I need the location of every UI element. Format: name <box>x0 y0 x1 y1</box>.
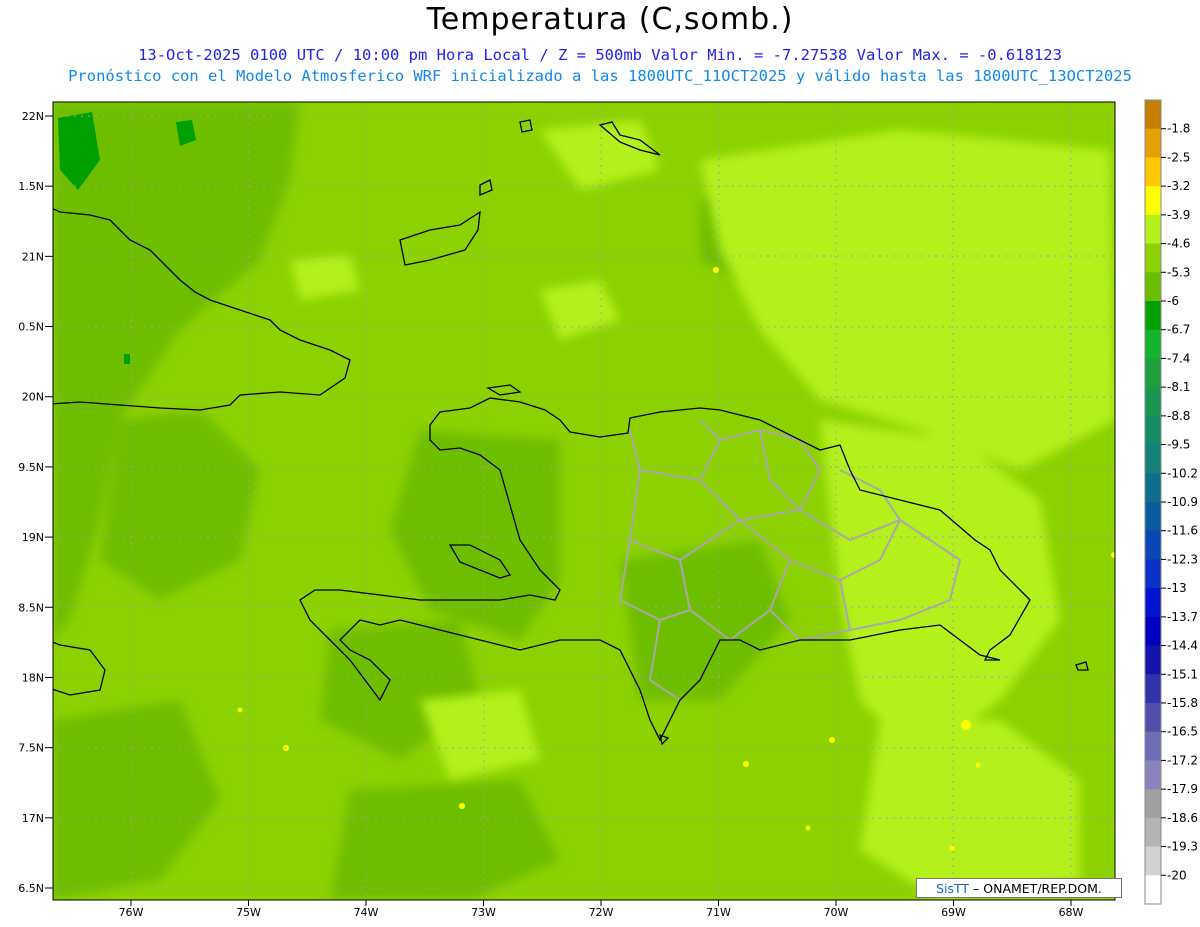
latitude-label: 1.5N <box>18 180 44 193</box>
colorbar-swatch <box>1145 588 1161 618</box>
colorbar-label: -8.8 <box>1167 409 1190 423</box>
colorbar-label: -9.5 <box>1167 438 1190 452</box>
longitude-label: 72W <box>589 906 614 919</box>
colorbar-swatch <box>1145 444 1161 474</box>
credit-brand: SisTT <box>936 881 970 896</box>
colorbar-swatch <box>1145 817 1161 848</box>
colorbar-swatch <box>1145 502 1161 532</box>
colorbar-label: -13 <box>1167 581 1187 595</box>
colorbar-label: -14.4 <box>1167 639 1198 653</box>
credit-text: – ONAMET/REP.DOM. <box>969 881 1102 896</box>
map-figure: 22N 1.5N 21N 0.5N 20N 9.5N 19N 8.5N 18N 7.5N 17N 6.… <box>18 99 1198 919</box>
colorbar-swatch <box>1145 846 1161 876</box>
colorbar-label: -20 <box>1167 868 1187 882</box>
latitude-label: 20N <box>22 391 44 404</box>
colorbar-swatch <box>1145 243 1161 273</box>
colorbar-swatch <box>1145 674 1161 704</box>
latitude-label: 6.5N <box>18 882 44 895</box>
colorbar-label: -6.7 <box>1167 323 1190 337</box>
colorbar-swatch <box>1145 875 1161 905</box>
colorbar-swatch <box>1145 760 1161 790</box>
colorbar-swatch <box>1145 157 1161 187</box>
colorbar-label: -2.5 <box>1167 150 1190 164</box>
longitude-label: 71W <box>706 906 731 919</box>
colorbar-swatch <box>1145 272 1161 302</box>
colorbar: -1.8 -2.5 -3.2 -3.9 -4.6 -5.3 -6 -6.7 -7.4 -8.1 -8… <box>1144 99 1198 905</box>
colorbar-swatch <box>1145 214 1161 245</box>
latitude-label: 22N <box>22 110 44 123</box>
longitude-label: 76W <box>119 906 144 919</box>
colorbar-label: -18.6 <box>1167 811 1198 825</box>
colorbar-label: -5.3 <box>1167 265 1190 279</box>
latitude-label: 8.5N <box>18 601 44 614</box>
colorbar-label: -10.9 <box>1167 495 1198 509</box>
colorbar-swatch <box>1145 358 1161 388</box>
colorbar-swatch <box>1145 387 1161 417</box>
colorbar-swatch <box>1145 100 1161 130</box>
colorbar-label: -17.9 <box>1167 782 1198 796</box>
colorbar-label: -7.4 <box>1167 351 1190 365</box>
longitude-label: 69W <box>941 906 966 919</box>
latitude-label: 17N <box>22 812 44 825</box>
colorbar-swatch <box>1145 128 1161 158</box>
latitude-axis: 22N 1.5N 21N 0.5N 20N 9.5N 19N 8.5N 18N 7.5N 17N 6.… <box>18 110 53 895</box>
colorbar-label: -12.3 <box>1167 552 1198 566</box>
colorbar-swatch <box>1145 329 1161 359</box>
colorbar-label: -15.1 <box>1167 667 1198 681</box>
colorbar-swatch <box>1145 645 1161 675</box>
colorbar-swatch <box>1145 789 1161 819</box>
latitude-label: 18N <box>22 671 44 684</box>
colorbar-swatch <box>1145 703 1161 733</box>
latitude-label: 21N <box>22 250 44 263</box>
colorbar-label: -3.9 <box>1167 208 1190 222</box>
colorbar-label: -4.6 <box>1167 237 1190 251</box>
latitude-label: 19N <box>22 531 44 544</box>
colorbar-swatch <box>1145 415 1161 446</box>
latitude-label: 9.5N <box>18 461 44 474</box>
colorbar-label: -16.5 <box>1167 725 1198 739</box>
colorbar-label: -1.8 <box>1167 122 1190 136</box>
colorbar-swatch <box>1145 530 1161 560</box>
latitude-label: 0.5N <box>18 321 44 334</box>
colorbar-swatch <box>1145 473 1161 503</box>
latitude-label: 7.5N <box>18 742 44 755</box>
colorbar-label: -3.2 <box>1167 179 1190 193</box>
colorbar-label: -10.2 <box>1167 466 1198 480</box>
longitude-label: 75W <box>236 906 261 919</box>
colorbar-label: -19.3 <box>1167 840 1198 854</box>
colorbar-label: -11.6 <box>1167 524 1198 538</box>
colorbar-label: -17.2 <box>1167 753 1198 767</box>
colorbar-label: -8.1 <box>1167 380 1190 394</box>
colorbar-swatch <box>1145 301 1161 331</box>
colorbar-swatch <box>1145 616 1161 647</box>
temperature-field <box>53 102 1115 900</box>
colorbar-label: -6 <box>1167 294 1179 308</box>
longitude-label: 73W <box>471 906 496 919</box>
colorbar-swatch <box>1145 559 1161 589</box>
longitude-label: 70W <box>824 906 849 919</box>
colorbar-swatch <box>1145 186 1161 216</box>
longitude-label: 74W <box>354 906 379 919</box>
longitude-label: 68W <box>1059 906 1084 919</box>
longitude-axis: 76W 75W 74W 73W 72W 71W 70W 69W 68W <box>119 900 1084 919</box>
colorbar-label: -15.8 <box>1167 696 1198 710</box>
credit-box: SisTT – ONAMET/REP.DOM. <box>916 878 1122 898</box>
colorbar-swatch <box>1145 731 1161 761</box>
colorbar-label: -13.7 <box>1167 610 1198 624</box>
